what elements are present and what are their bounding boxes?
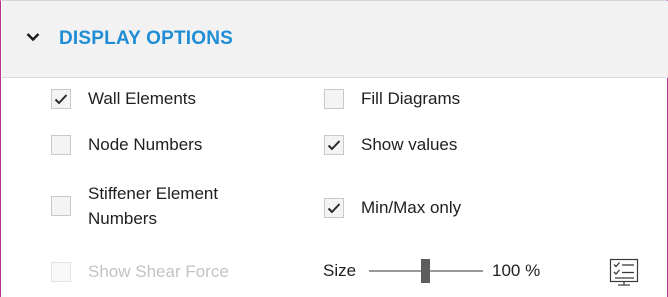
min-max-only-label: Min/Max only xyxy=(361,198,462,217)
wall-elements-checkbox[interactable] xyxy=(51,89,71,109)
checkmark-icon xyxy=(327,140,341,151)
size-value: 100 % xyxy=(492,261,541,280)
show-shear-force-checkbox xyxy=(51,262,71,282)
stiffener-element-numbers-label: Stiffener Element Numbers xyxy=(88,184,219,228)
size-slider-thumb[interactable] xyxy=(421,259,430,283)
legend-list-icon[interactable] xyxy=(607,257,641,287)
node-numbers-label: Node Numbers xyxy=(88,135,203,154)
show-values-label: Show values xyxy=(361,135,458,154)
checkmark-icon xyxy=(54,94,68,105)
checkmark-icon xyxy=(327,203,341,214)
node-numbers-checkbox[interactable] xyxy=(51,135,71,155)
section-header[interactable]: DISPLAY OPTIONS xyxy=(2,1,668,78)
option-wall-elements[interactable]: Wall Elements xyxy=(51,87,196,111)
fill-diagrams-checkbox[interactable] xyxy=(324,89,344,109)
min-max-only-checkbox[interactable] xyxy=(324,198,344,218)
wall-elements-label: Wall Elements xyxy=(88,89,197,108)
stiffener-element-numbers-checkbox[interactable] xyxy=(51,196,71,216)
show-values-checkbox[interactable] xyxy=(324,135,344,155)
display-options-panel: DISPLAY OPTIONS Wall Elements Node Numbe… xyxy=(0,0,668,297)
option-show-values[interactable]: Show values xyxy=(324,133,457,157)
chevron-down-icon[interactable] xyxy=(26,32,40,42)
option-fill-diagrams[interactable]: Fill Diagrams xyxy=(324,87,460,111)
fill-diagrams-label: Fill Diagrams xyxy=(361,89,461,108)
option-show-shear-force: Show Shear Force xyxy=(51,260,229,284)
show-shear-force-label: Show Shear Force xyxy=(88,262,229,281)
option-min-max-only[interactable]: Min/Max only xyxy=(324,196,461,220)
section-title: DISPLAY OPTIONS xyxy=(59,28,234,49)
size-label: Size xyxy=(323,261,357,280)
option-node-numbers[interactable]: Node Numbers xyxy=(51,133,202,157)
option-stiffener-element-numbers[interactable]: Stiffener Element Numbers xyxy=(51,181,278,231)
